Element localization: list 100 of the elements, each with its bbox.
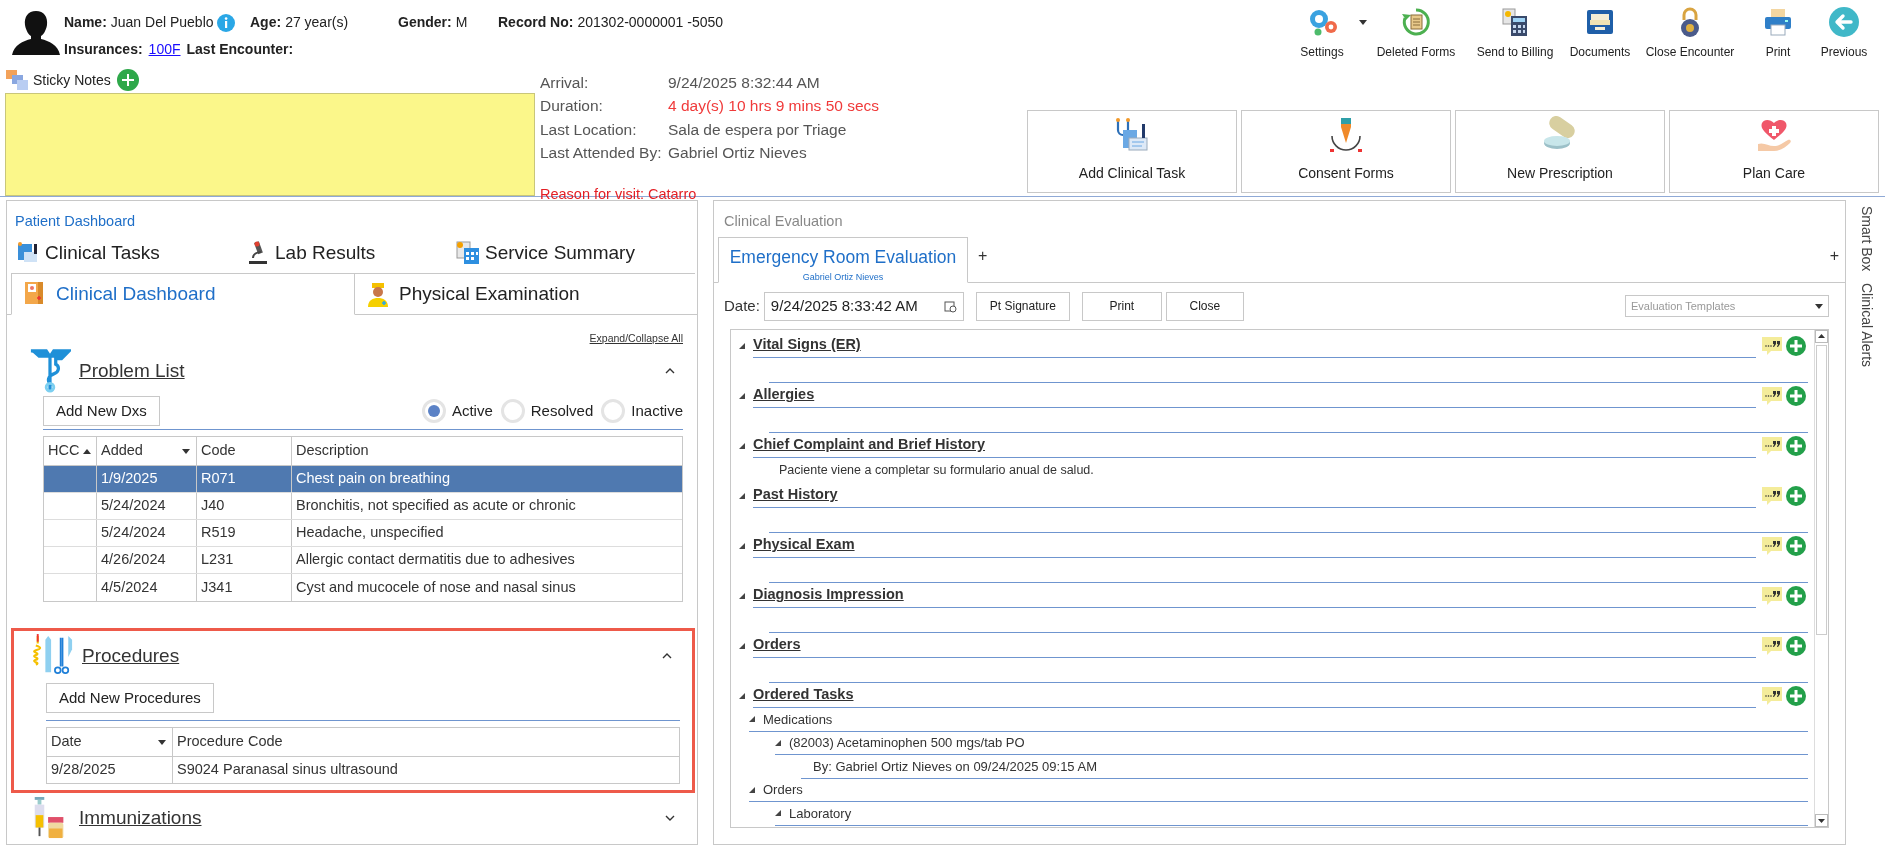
section-title-link[interactable]: Ordered Tasks [753, 684, 854, 706]
action-button[interactable]: New Prescription [1455, 110, 1665, 193]
dropdown-caret-icon[interactable] [1815, 303, 1823, 309]
expanded-triangle-icon[interactable] [739, 542, 745, 549]
expanded-triangle-icon[interactable] [739, 342, 745, 349]
tab[interactable]: Clinical Dashboard [11, 273, 355, 315]
table-cell: R519 [197, 520, 292, 546]
tree-item[interactable]: By: Gabriel Ortiz Nieves on 09/24/2025 09:15 AM [813, 756, 1097, 776]
info-value: Gabriel Ortiz Nieves [668, 142, 807, 163]
info-icon[interactable] [216, 13, 235, 32]
section-title-link[interactable]: Problem List [79, 356, 185, 386]
tab[interactable]: Lab Results [245, 233, 455, 273]
scroll-down-icon[interactable] [1815, 814, 1828, 827]
tab[interactable]: Emergency Room Evaluation Gabriel Ortiz Nieves [718, 237, 968, 283]
radio-option[interactable]: Inactive [601, 399, 683, 423]
tab[interactable]: Physical Examination [355, 273, 695, 315]
sort-ascending-icon[interactable] [83, 448, 92, 454]
tree-item[interactable]: Laboratory [789, 803, 852, 823]
section-title-link[interactable]: Immunizations [79, 803, 202, 833]
section-title-link[interactable]: Allergies [753, 384, 815, 406]
collapse-chevron-icon[interactable] [662, 653, 672, 659]
expand-collapse-link[interactable]: Expand/Collapse All [589, 331, 683, 351]
dropdown-caret-icon[interactable] [1359, 20, 1367, 25]
section-title-link[interactable]: Diagnosis Impression [753, 584, 904, 606]
comment-quote-icon[interactable] [1762, 686, 1782, 705]
insurance-link[interactable]: 100F [148, 39, 181, 60]
section-title-link[interactable]: Orders [753, 634, 801, 656]
comment-quote-icon[interactable] [1762, 636, 1782, 655]
radio-button[interactable] [421, 399, 446, 423]
calendar-clock-icon[interactable] [943, 299, 957, 313]
action-button[interactable]: Plan Care [1669, 110, 1879, 193]
add-button[interactable]: Add New Procedures [46, 683, 214, 713]
section-title-link[interactable]: Vital Signs (ER) [753, 334, 861, 356]
collapse-chevron-icon[interactable] [665, 368, 675, 374]
tab[interactable]: Service Summary [455, 233, 685, 273]
toolbar-button[interactable]: Print [1743, 6, 1813, 61]
table-row[interactable]: 5/24/2024 R519 Headache, unspecified [44, 520, 682, 547]
expand-chevron-icon[interactable] [665, 815, 675, 821]
date-field[interactable]: 9/24/2025 8:33:42 AM [763, 291, 964, 321]
radio-option[interactable]: Active [421, 399, 493, 423]
table-row[interactable]: 4/5/2024 J341 Cyst and mucocele of nose and nasal sinus [44, 574, 682, 601]
column-header[interactable]: Code [197, 437, 292, 465]
section-title-link[interactable]: Past History [753, 484, 838, 506]
comment-quote-icon[interactable] [1762, 436, 1782, 455]
radio-option[interactable]: Resolved [500, 399, 594, 423]
add-tab-button[interactable]: + [978, 244, 988, 268]
dropdown-caret-icon[interactable] [182, 448, 190, 454]
column-header[interactable]: Added [97, 437, 197, 465]
tab[interactable]: Clinical Tasks [15, 233, 245, 273]
comment-quote-icon[interactable] [1762, 486, 1782, 505]
expanded-triangle-icon[interactable] [749, 716, 755, 723]
section-title-link[interactable]: Procedures [82, 641, 180, 671]
expanded-triangle-icon[interactable] [749, 786, 755, 793]
expanded-triangle-icon[interactable] [739, 492, 745, 499]
toolbar-button[interactable]: Pt Signature [975, 291, 1070, 321]
expanded-triangle-icon[interactable] [739, 642, 745, 649]
toolbar-button[interactable]: Previous [1813, 6, 1875, 61]
toolbar-button[interactable]: Documents [1563, 6, 1637, 61]
expanded-triangle-icon[interactable] [739, 692, 745, 699]
table-row[interactable]: 5/24/2024 J40 Bronchitis, not specified as acute or chronic [44, 493, 682, 520]
add-button[interactable]: Add New Dxs [43, 396, 160, 426]
section-title-link[interactable]: Chief Complaint and Brief History [753, 434, 986, 456]
toolbar-button[interactable]: Settings [1279, 6, 1365, 61]
dropdown-caret-icon[interactable] [158, 739, 166, 745]
add-tab-button[interactable]: + [1829, 244, 1839, 268]
radio-button[interactable] [500, 399, 525, 423]
side-tab[interactable]: Clinical Alerts [1856, 283, 1877, 368]
column-header[interactable]: Date [47, 728, 173, 756]
toolbar-button[interactable]: Print [1081, 291, 1162, 321]
tree-item[interactable]: (82003) Acetaminophen 500 mgs/tab PO [789, 733, 1025, 753]
expanded-triangle-icon[interactable] [739, 442, 745, 449]
expanded-triangle-icon[interactable] [739, 592, 745, 599]
action-button[interactable]: Add Clinical Task [1027, 110, 1237, 193]
side-tab[interactable]: Smart Box [1856, 206, 1877, 272]
table-row[interactable]: 1/9/2025 R071 Chest pain on breathing [44, 466, 682, 493]
toolbar-button[interactable]: Send to Billing [1467, 6, 1563, 61]
toolbar-button[interactable]: Close Encounter [1637, 6, 1743, 61]
tree-item[interactable]: Medications [763, 709, 833, 729]
comment-quote-icon[interactable] [1762, 336, 1782, 355]
toolbar-button[interactable]: Close [1165, 291, 1244, 321]
column-header[interactable]: HCC [44, 437, 97, 465]
column-header[interactable]: Description [292, 437, 682, 465]
tree-item[interactable]: Orders [763, 780, 803, 800]
scrollbar-thumb[interactable] [1816, 345, 1827, 635]
expanded-triangle-icon[interactable] [775, 810, 781, 817]
expanded-triangle-icon[interactable] [775, 739, 781, 746]
action-button[interactable]: Consent Forms [1241, 110, 1451, 193]
comment-quote-icon[interactable] [1762, 536, 1782, 555]
table-row[interactable]: 4/26/2024 L231 Allergic contact dermatitis due to adhesives [44, 547, 682, 574]
column-header[interactable]: Procedure Code [173, 728, 679, 756]
add-icon[interactable] [116, 69, 139, 91]
comment-quote-icon[interactable] [1762, 386, 1782, 405]
section-title-link[interactable]: Physical Exam [753, 534, 855, 556]
scrollbar[interactable] [1814, 330, 1828, 827]
radio-button[interactable] [601, 399, 626, 423]
expanded-triangle-icon[interactable] [739, 392, 745, 399]
toolbar-button[interactable]: Deleted Forms [1365, 6, 1467, 61]
table-row[interactable]: 9/28/2025 S9024 Paranasal sinus ultrasound [47, 757, 679, 783]
comment-quote-icon[interactable] [1762, 586, 1782, 605]
scroll-up-icon[interactable] [1815, 330, 1828, 343]
